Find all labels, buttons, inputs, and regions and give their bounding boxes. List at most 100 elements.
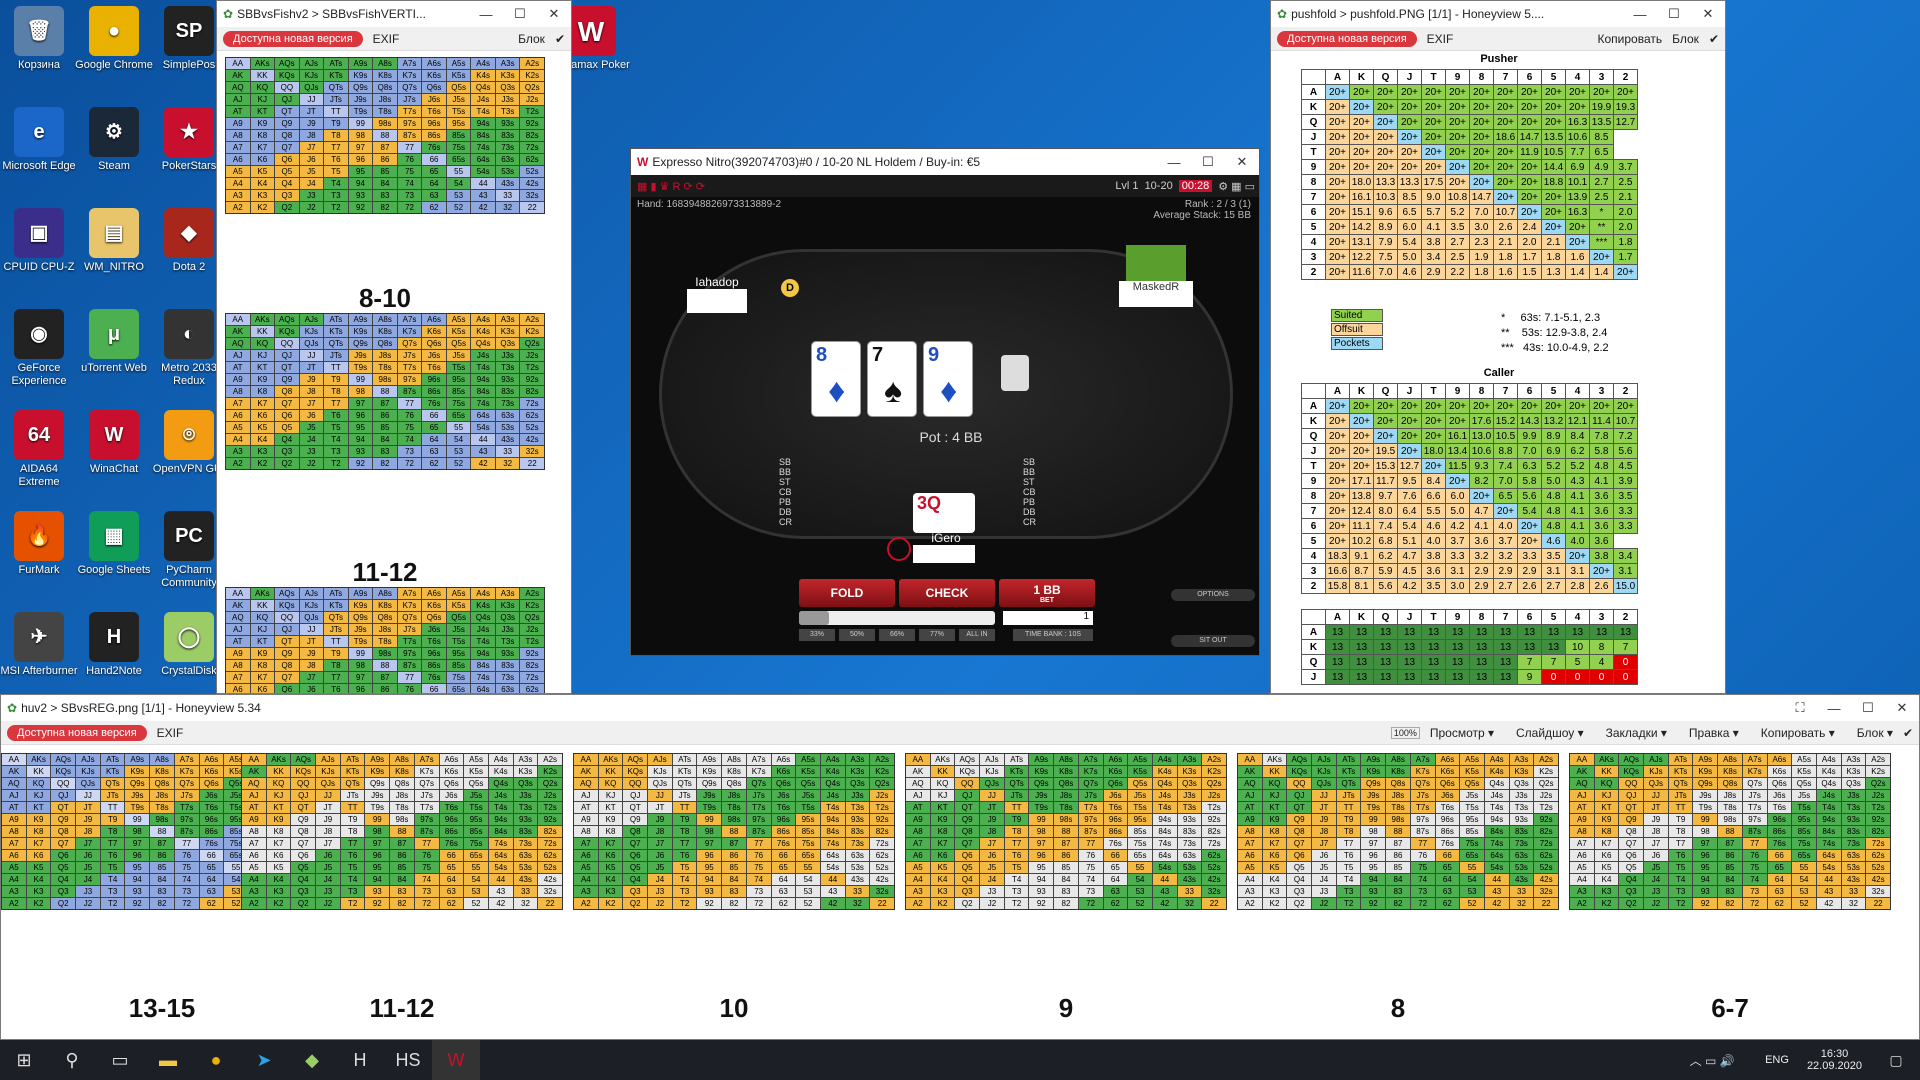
hand-cell: A6s <box>422 314 446 325</box>
hand-cell: J5s <box>1128 790 1152 801</box>
block-button[interactable]: Блок <box>518 32 545 46</box>
update-badge[interactable]: Доступна новая версия <box>223 30 363 47</box>
desktop-icon[interactable]: ▣ CPUID CPU-Z <box>0 208 78 274</box>
size-button[interactable]: 77% <box>919 629 955 641</box>
minimize-button[interactable]: — <box>1157 155 1191 170</box>
desktop-icon[interactable]: 🗑 Корзина <box>0 6 78 72</box>
close-button[interactable]: ✕ <box>1225 154 1259 170</box>
chrome-icon[interactable]: ● <box>192 1040 240 1080</box>
player-seat-2[interactable]: MaskedR <box>1111 245 1201 315</box>
hand-cell: 94 <box>348 434 373 445</box>
hand-cell: A5s <box>796 754 820 765</box>
update-badge[interactable]: Доступна новая версия <box>7 724 147 741</box>
desktop-icon[interactable]: ⚙ Steam <box>75 107 153 173</box>
desktop-icon[interactable]: ✈ MSI Afterburner <box>0 612 78 678</box>
hand-cell: A6 <box>242 850 266 861</box>
clock[interactable]: 16:30 22.09.2020 <box>1797 1048 1872 1072</box>
minimize-button[interactable]: — <box>469 7 503 22</box>
size-button[interactable]: ALL IN <box>959 629 995 641</box>
desktop-icon[interactable]: ● Google Chrome <box>75 6 153 72</box>
desktop-icon[interactable]: 🔥 FurMark <box>0 511 78 577</box>
size-button[interactable]: 50% <box>839 629 875 641</box>
desktop-icon[interactable]: 64 AIDA64 Extreme <box>0 410 78 489</box>
maximize-button[interactable]: ☐ <box>1191 154 1225 170</box>
hand-cell: J5 <box>316 862 340 873</box>
minimize-button[interactable]: — <box>1623 7 1657 22</box>
size-button[interactable]: 33% <box>799 629 835 641</box>
desktop-icon[interactable]: e Microsoft Edge <box>0 107 78 173</box>
exif-button[interactable]: EXIF <box>1427 32 1454 46</box>
desktop-icon[interactable]: ▦ Google Sheets <box>75 511 153 577</box>
hand2note-icon[interactable]: H <box>336 1040 384 1080</box>
update-badge[interactable]: Доступна новая версия <box>1277 30 1417 47</box>
minimize-button[interactable]: — <box>1817 701 1851 716</box>
hand-cell: K9 <box>930 814 955 825</box>
menu-item[interactable]: Просмотр ▾ <box>1430 726 1494 740</box>
maximize-button[interactable]: ☐ <box>503 6 537 22</box>
notification-icon[interactable]: ▢ <box>1872 1040 1920 1080</box>
hand-cell: 62s <box>520 684 544 693</box>
settings-icon[interactable]: ⚙ ▦ ▭ <box>1218 180 1255 193</box>
hand-cell: K8 <box>930 826 955 837</box>
hand-cell: A7 <box>242 838 266 849</box>
copy-button[interactable]: Копировать <box>1598 32 1663 46</box>
menu-item[interactable]: Закладки ▾ <box>1606 726 1667 740</box>
table-cell: 6.4 <box>1397 503 1422 519</box>
options-button[interactable]: OPTIONS <box>1171 589 1255 601</box>
close-button[interactable]: ✕ <box>1885 700 1919 716</box>
desktop-icon[interactable]: ◉ GeForce Experience <box>0 309 78 388</box>
hand-cell: A2s <box>1202 754 1226 765</box>
menu-item[interactable]: Блок ▾ <box>1857 726 1893 740</box>
size-button[interactable]: 66% <box>879 629 915 641</box>
hand-cell: A9s <box>348 314 373 325</box>
maximize-button[interactable]: ☐ <box>1851 700 1885 716</box>
bet-button[interactable]: 1 BB BET <box>999 579 1095 607</box>
app-icon[interactable]: ◆ <box>288 1040 336 1080</box>
menu-item[interactable]: Слайдшоу ▾ <box>1516 726 1584 740</box>
close-button[interactable]: ✕ <box>537 6 571 22</box>
menu-icon[interactable]: ▦ ▮ ♛ R ⟳ ⟳ <box>637 180 705 193</box>
player-seat-1[interactable]: Iahadop <box>667 275 767 315</box>
block-button[interactable]: Блок <box>1672 32 1699 46</box>
bet-slider[interactable] <box>799 611 995 625</box>
hand-cell: 95 <box>365 862 390 873</box>
hand-cell: T5 <box>1336 862 1361 873</box>
slider-handle[interactable] <box>799 611 829 625</box>
sitout-button[interactable]: SIT OUT <box>1171 635 1255 647</box>
menu-item[interactable]: Копировать ▾ <box>1761 726 1835 740</box>
explorer-icon[interactable]: ▬ <box>144 1040 192 1080</box>
hand-cell: 54 <box>796 874 820 885</box>
hand-cell: QTs <box>324 82 348 93</box>
task-view-icon[interactable]: ▭ <box>96 1040 144 1080</box>
exif-button[interactable]: EXIF <box>157 726 184 740</box>
table-cell: 20+ <box>1325 189 1350 205</box>
exif-button[interactable]: EXIF <box>373 32 400 46</box>
desktop-icon[interactable]: ▤ WM_NITRO <box>75 208 153 274</box>
search-icon[interactable]: ⚲ <box>48 1040 96 1080</box>
restore-icon[interactable]: ⛶ <box>1783 700 1817 716</box>
winamax-icon[interactable]: W <box>432 1040 480 1080</box>
bet-input[interactable]: 1 <box>1003 611 1093 625</box>
hand-cell: 95 <box>1029 862 1054 873</box>
check-button[interactable]: CHECK <box>899 579 995 607</box>
hand-cell: A3 <box>906 886 930 897</box>
language[interactable]: ENG <box>1757 1054 1797 1066</box>
desktop-icon[interactable]: W WinaChat <box>75 410 153 476</box>
desktop-icon[interactable]: H Hand2Note <box>75 612 153 678</box>
hand-cell: 75s <box>446 672 471 683</box>
menu-item[interactable]: Правка ▾ <box>1689 726 1739 740</box>
telegram-icon[interactable]: ➤ <box>240 1040 288 1080</box>
fold-button[interactable]: FOLD <box>799 579 895 607</box>
hand-cell: 73 <box>1078 886 1103 897</box>
caller-table: A K Q J T 9 8 7 6 5 4 3 2 A 20+ 20+ 20+ 20+ 20+ 20+ 20+ 20+ 20… <box>1301 383 1638 594</box>
desktop-icon[interactable]: μ uTorrent Web <box>75 309 153 375</box>
maximize-button[interactable]: ☐ <box>1657 6 1691 22</box>
hand-cell: JJ <box>1644 790 1668 801</box>
hand-cell: A8 <box>574 826 598 837</box>
tray-icons[interactable]: ︿ ▭ 🔊 <box>1667 1040 1757 1080</box>
start-icon[interactable]: ⊞ <box>0 1040 48 1080</box>
holdem-icon[interactable]: HS <box>384 1040 432 1080</box>
close-button[interactable]: ✕ <box>1691 6 1725 22</box>
hand-cell: 97 <box>125 838 150 849</box>
time-bank[interactable]: TIME BANK : 10S <box>1013 629 1093 641</box>
